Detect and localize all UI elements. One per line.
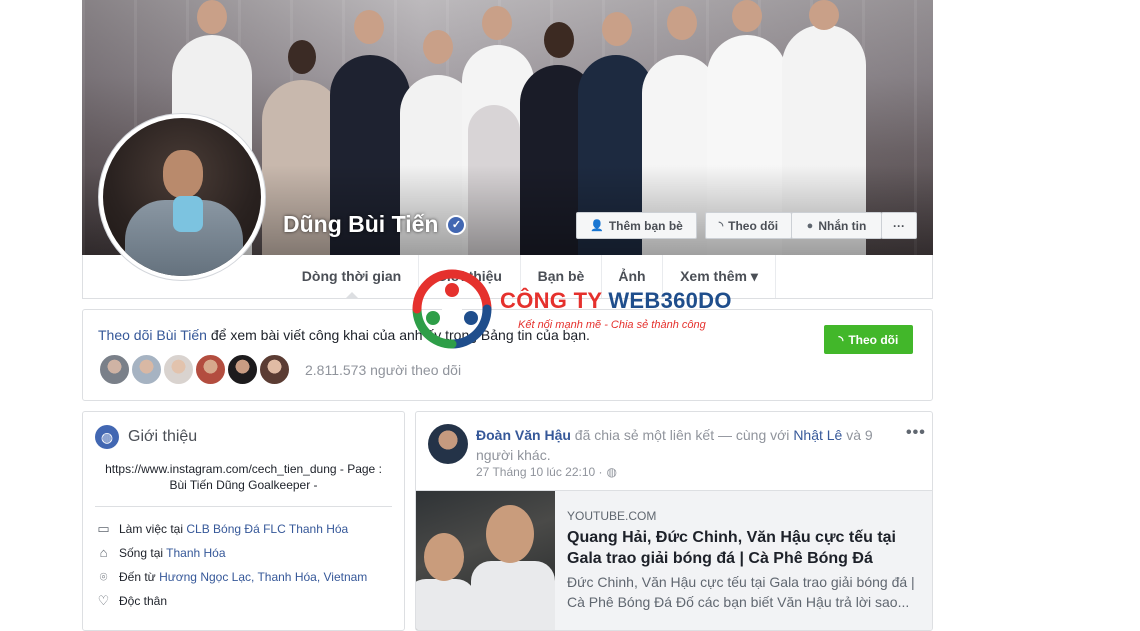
follow-prompt-card: Theo dõi Bùi Tiến để xem bài viết công k… bbox=[82, 309, 933, 401]
intro-work-link[interactable]: CLB Bóng Đá FLC Thanh Hóa bbox=[186, 522, 348, 536]
cover-person-head bbox=[667, 6, 697, 40]
intro-lives-link[interactable]: Thanh Hóa bbox=[166, 546, 225, 560]
message-label: Nhắn tin bbox=[818, 218, 867, 233]
cover-person-head bbox=[197, 0, 227, 34]
messenger-icon: ● bbox=[806, 219, 814, 232]
link-preview-image bbox=[416, 491, 555, 630]
profile-picture[interactable] bbox=[98, 113, 266, 281]
intro-card: ◍ Giới thiệu https://www.instagram.com/c… bbox=[82, 411, 405, 631]
cover-person-head bbox=[809, 0, 839, 30]
cover-person-head bbox=[544, 22, 574, 58]
cover-person-head bbox=[423, 30, 453, 64]
more-actions-icon: ··· bbox=[893, 218, 905, 233]
rss-icon: ◝ bbox=[838, 332, 844, 347]
add-friend-label: Thêm bạn bè bbox=[608, 218, 683, 233]
intro-lives-row: ⌂ Sống tại Thanh Hóa bbox=[95, 545, 226, 560]
nav-divider bbox=[775, 255, 776, 298]
link-preview[interactable]: YOUTUBE.COM Quang Hải, Đức Chinh, Văn Hậ… bbox=[416, 490, 932, 630]
thumbnail-person bbox=[471, 561, 555, 630]
follow-prompt-text: Theo dõi Bùi Tiến để xem bài viết công k… bbox=[98, 327, 590, 343]
intro-title: Giới thiệu bbox=[128, 428, 198, 445]
link-domain: YOUTUBE.COM bbox=[567, 509, 657, 523]
profile-name[interactable]: Dũng Bùi Tiến bbox=[283, 211, 438, 238]
profile-name-wrap: Dũng Bùi Tiến ✓ bbox=[283, 211, 467, 238]
post-header-text: Đoàn Văn Hậu đã chia sẻ một liên kết — c… bbox=[476, 425, 896, 465]
post-timestamp[interactable]: 27 Tháng 10 lúc 22:10 · bbox=[476, 465, 603, 479]
follower-avatar[interactable] bbox=[226, 353, 259, 386]
verified-badge-icon: ✓ bbox=[446, 214, 467, 235]
intro-divider bbox=[95, 506, 392, 507]
profile-picture-image bbox=[103, 118, 261, 276]
follower-faces bbox=[98, 353, 291, 386]
rss-icon: ◝ bbox=[718, 220, 724, 232]
intro-header: ◍ Giới thiệu bbox=[95, 425, 197, 449]
follow-prompt-rest: để xem bài viết công khai của anh ấy tro… bbox=[206, 327, 590, 343]
cover-person-head bbox=[602, 12, 632, 46]
follow-prompt-link[interactable]: Theo dõi Bùi Tiến bbox=[98, 327, 207, 343]
cover-person-head bbox=[732, 0, 762, 32]
follow-button[interactable]: ◝ Theo dõi bbox=[824, 325, 913, 354]
active-tab-indicator bbox=[346, 292, 358, 298]
post-meta: 27 Tháng 10 lúc 22:10 · ◍ bbox=[476, 465, 617, 479]
follow-profile-button[interactable]: ◝ Theo dõi bbox=[705, 212, 792, 239]
location-pin-icon: ⌾ bbox=[99, 569, 108, 584]
add-friend-icon: 👤 bbox=[590, 220, 604, 232]
post-action-text: đã chia sẻ một liên kết — cùng với bbox=[570, 427, 794, 443]
cover-person-head bbox=[482, 6, 512, 40]
follower-avatar[interactable] bbox=[162, 353, 195, 386]
cover-person-head bbox=[354, 10, 384, 44]
avatar-head bbox=[163, 150, 203, 198]
intro-work-prefix: Làm việc tại bbox=[119, 522, 187, 536]
add-friend-button[interactable]: 👤 Thêm bạn bè bbox=[576, 212, 697, 239]
follower-avatar[interactable] bbox=[130, 353, 163, 386]
intro-from-row: ⌾ Đến từ Hương Ngọc Lạc, Thanh Hóa, Viet… bbox=[95, 569, 368, 585]
follow-profile-label: Theo dõi bbox=[728, 218, 779, 233]
feed-post: Đoàn Văn Hậu đã chia sẻ một liên kết — c… bbox=[415, 411, 933, 631]
briefcase-icon: ▭ bbox=[97, 521, 110, 536]
globe-icon: ◍ bbox=[95, 425, 119, 449]
post-tagged-user[interactable]: Nhật Lê bbox=[793, 427, 842, 443]
post-author-name[interactable]: Đoàn Văn Hậu bbox=[476, 427, 571, 443]
thumbnail-person bbox=[416, 579, 476, 630]
link-description: Đức Chinh, Văn Hậu cực tếu tại Gala trao… bbox=[567, 574, 915, 610]
tab-friends[interactable]: Bạn bè bbox=[521, 255, 601, 298]
intro-bio: https://www.instagram.com/cech_tien_dung… bbox=[105, 462, 382, 492]
intro-relationship-text: Độc thân bbox=[119, 594, 168, 608]
follower-avatar[interactable] bbox=[258, 353, 291, 386]
thumbnail-face bbox=[486, 505, 534, 563]
link-title[interactable]: Quang Hải, Đức Chinh, Văn Hậu cực tếu tạ… bbox=[567, 527, 917, 569]
cover-person-head bbox=[288, 40, 316, 74]
tab-about[interactable]: Giới thiệu bbox=[419, 255, 519, 298]
message-button[interactable]: ● Nhắn tin bbox=[791, 212, 882, 239]
follow-button-label: Theo dõi bbox=[848, 332, 899, 347]
intro-relationship-row: ♡ Độc thân bbox=[95, 593, 167, 609]
avatar-glove bbox=[173, 196, 203, 232]
heart-icon: ♡ bbox=[97, 593, 110, 608]
tab-more[interactable]: Xem thêm ▾ bbox=[663, 255, 775, 298]
follower-avatar[interactable] bbox=[194, 353, 227, 386]
intro-lives-prefix: Sống tại bbox=[119, 545, 167, 560]
public-globe-icon: ◍ bbox=[606, 465, 618, 479]
thumbnail-face bbox=[424, 533, 464, 581]
intro-work-row: ▭ Làm việc tại CLB Bóng Đá FLC Thanh Hóa bbox=[95, 521, 348, 537]
more-actions-button[interactable]: ··· bbox=[881, 212, 917, 239]
follower-count: 2.811.573 người theo dõi bbox=[305, 362, 462, 378]
intro-from-prefix: Đến từ bbox=[119, 570, 160, 584]
home-icon: ⌂ bbox=[99, 545, 108, 560]
post-author-avatar[interactable] bbox=[428, 424, 468, 464]
tab-photos[interactable]: Ảnh bbox=[602, 255, 662, 298]
post-options-button[interactable]: ••• bbox=[906, 424, 926, 442]
follower-avatar[interactable] bbox=[98, 353, 131, 386]
intro-from-link[interactable]: Hương Ngọc Lạc, Thanh Hóa, Vietnam bbox=[159, 570, 367, 584]
